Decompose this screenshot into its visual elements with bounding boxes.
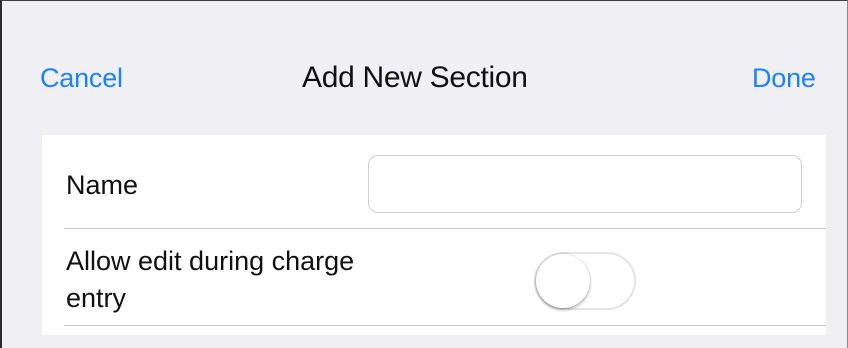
page-title: Add New Section	[302, 61, 528, 94]
name-field[interactable]	[368, 155, 802, 213]
add-section-sheet: Cancel Add New Section Done Name Allow e…	[0, 0, 848, 348]
section-form: Name Allow edit during charge entry	[42, 135, 826, 335]
cancel-button[interactable]: Cancel	[40, 63, 123, 94]
done-button[interactable]: Done	[752, 63, 816, 94]
row-separator	[64, 325, 826, 326]
allow-edit-toggle[interactable]	[534, 252, 636, 310]
allow-edit-label: Allow edit during charge entry	[66, 246, 355, 313]
name-label: Name	[66, 170, 139, 200]
toggle-knob	[536, 254, 590, 308]
navigation-bar: Cancel Add New Section Done	[2, 1, 847, 151]
row-separator	[64, 228, 826, 229]
